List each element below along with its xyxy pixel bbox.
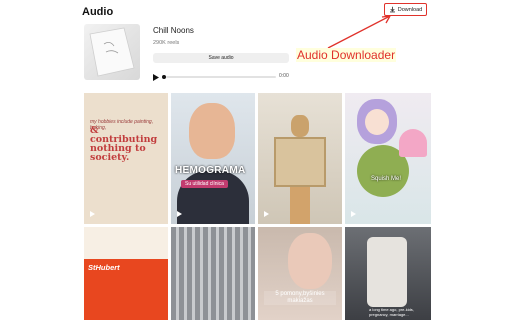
reel-thumbnail[interactable]: HEMOGRAMA Su utilidad clínica <box>171 93 255 224</box>
reel-caption: HEMOGRAMA <box>175 165 246 176</box>
reel-thumbnail[interactable] <box>258 93 342 224</box>
seek-bar[interactable] <box>166 76 276 78</box>
reel-thumbnail[interactable]: my hobbies include painting, baking, & c… <box>84 93 168 224</box>
reel-caption: Su utilidad clínica <box>181 180 228 188</box>
person-image <box>290 187 310 224</box>
reel-caption: StHubert <box>88 263 120 272</box>
reels-count: 290K reels <box>153 40 180 46</box>
person-image <box>288 233 332 289</box>
time-readout: 0:00 <box>279 73 289 79</box>
character-image <box>365 109 389 135</box>
reel-thumbnail[interactable]: a long time ago, pre-kids, pregnancy, ma… <box>345 227 431 320</box>
page-title: Audio <box>82 6 114 18</box>
download-label: Download <box>397 6 423 13</box>
reel-thumbnail[interactable]: StHubert <box>84 227 168 320</box>
reel-thumbnail[interactable]: 5 pomony,byšinies makiažas <box>258 227 342 320</box>
person-image <box>189 103 235 159</box>
reel-thumbnail[interactable]: Squish Me! <box>345 93 431 224</box>
audio-cover-image <box>84 24 140 80</box>
play-icon <box>177 211 182 217</box>
save-audio-button[interactable]: Save audio <box>153 53 289 63</box>
person-image <box>177 171 249 224</box>
play-icon <box>90 211 95 217</box>
reel-thumbnail[interactable] <box>171 227 255 320</box>
phone-image <box>367 237 407 307</box>
track-name: Chill Noons <box>153 26 194 35</box>
play-icon[interactable] <box>153 74 159 81</box>
reel-caption: 5 pomony,byšinies makiažas <box>264 291 336 305</box>
person-image <box>291 115 309 137</box>
annotation-arrow <box>327 15 391 49</box>
reel-caption: & contributing nothing to society. <box>90 125 158 163</box>
canvas-frame-image <box>274 137 326 187</box>
reel-caption: a long time ago, pre-kids, pregnancy, ma… <box>369 307 414 317</box>
play-icon <box>351 211 356 217</box>
play-icon <box>264 211 269 217</box>
reel-caption: Squish Me! <box>371 176 402 182</box>
annotation-label: Audio Downloader <box>296 48 397 62</box>
plush-image <box>399 129 427 157</box>
